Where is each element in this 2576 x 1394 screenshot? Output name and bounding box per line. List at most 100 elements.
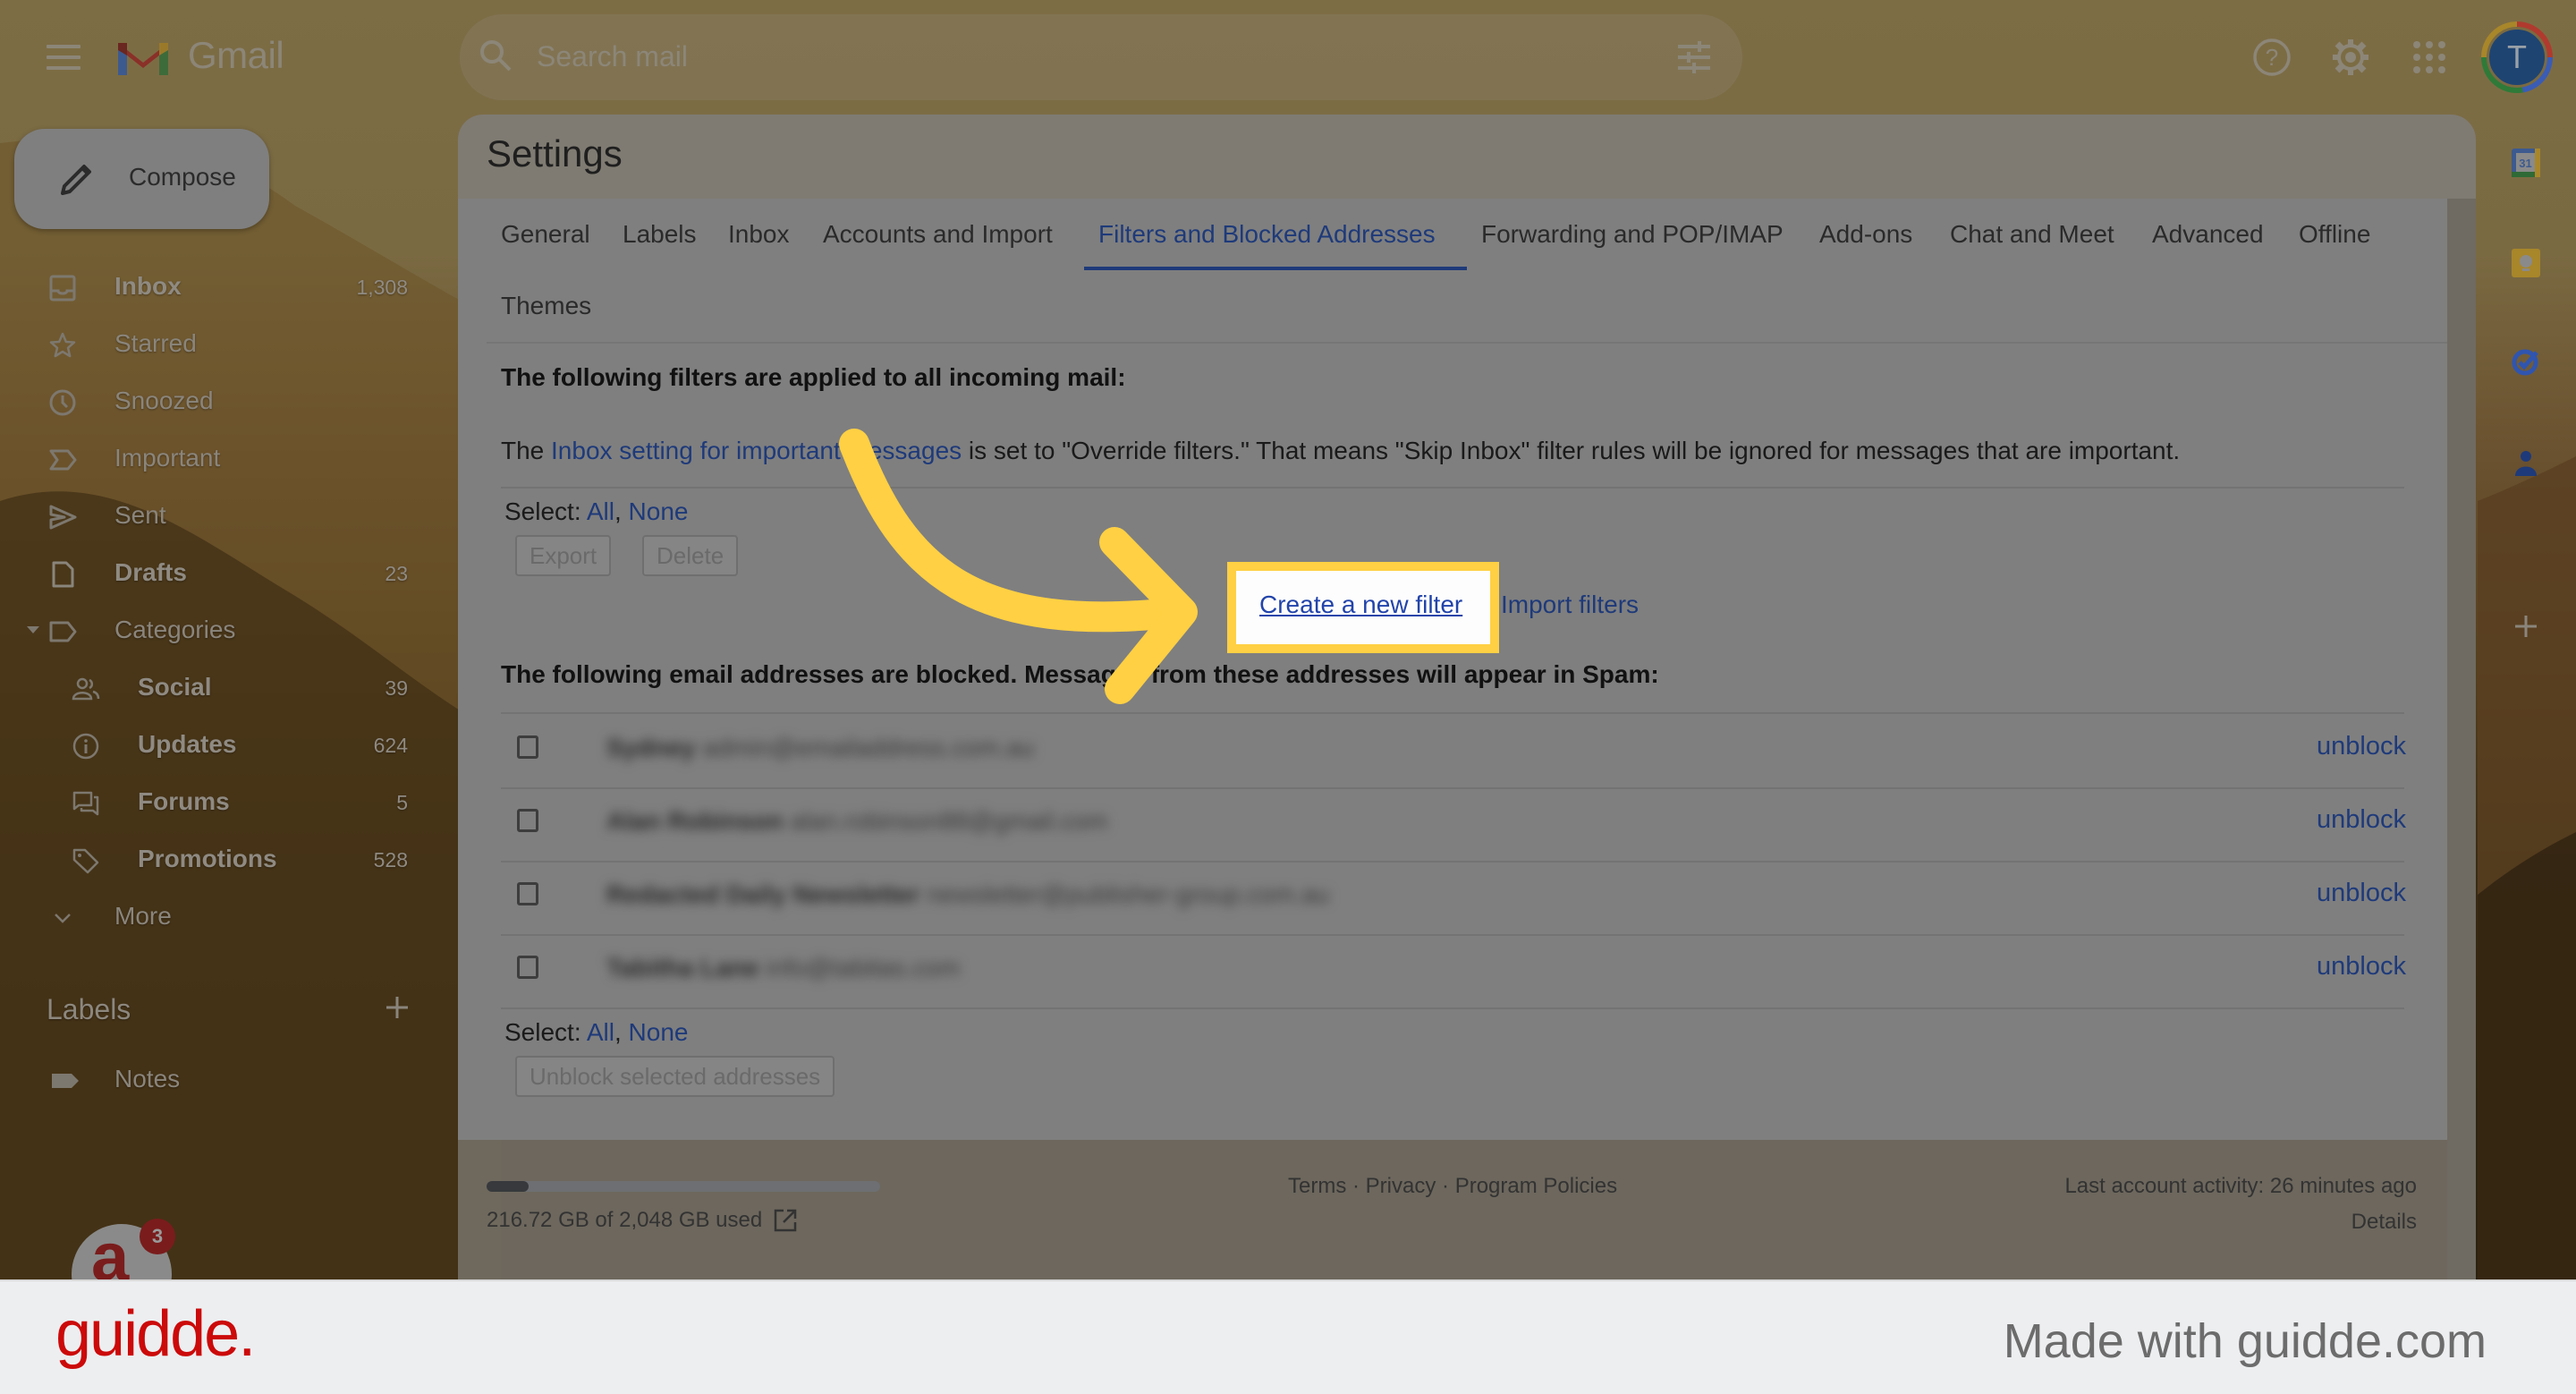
sidebar-item-count: 1,308 [356,276,408,299]
tab-themes[interactable]: Themes [501,292,591,320]
apps-icon[interactable] [2408,36,2451,79]
sidebar-item-important[interactable]: Important [0,431,447,489]
delete-button[interactable]: Delete [642,535,739,576]
footer-links: Terms · Privacy · Program Policies [1288,1174,1617,1199]
add-app-icon[interactable] [2510,610,2542,642]
draft-icon [52,561,74,588]
row-checkbox[interactable] [517,735,538,759]
sidebar-item-count: 39 [385,676,408,700]
inbox-setting-link[interactable]: Inbox setting for important messages [551,437,962,464]
row-checkbox[interactable] [517,809,538,832]
select-all-link[interactable]: All [587,497,614,525]
tab-filters-blocked[interactable]: Filters and Blocked Addresses [1098,220,1436,249]
select-none-link[interactable]: None [629,497,689,525]
add-label-icon[interactable] [383,993,411,1022]
made-with-guidde: Made with guidde.com [2003,1314,2487,1368]
keep-icon[interactable] [2510,247,2542,279]
label-icon [49,621,77,642]
sidebar-item-starred[interactable]: Starred [0,317,447,374]
sidebar-item-count: 624 [373,734,408,757]
page-title: Settings [487,132,623,174]
star-icon [49,332,76,358]
details-link[interactable]: Details [2351,1210,2417,1235]
export-button[interactable]: Export [515,535,612,576]
menu-icon[interactable] [47,45,80,70]
filters-select: Select: All, None [504,497,688,526]
sidebar-item-label: Snoozed [114,387,214,414]
chevron-down-icon [55,914,71,923]
svg-text:?: ? [2266,44,2278,71]
create-filter-link[interactable]: Create a new filter [1259,591,1462,619]
sidebar-item-snoozed[interactable]: Snoozed [0,374,447,431]
sidebar-item-updates[interactable]: Updates 624 [0,718,447,775]
pencil-icon [61,165,91,195]
labels-heading: Labels [47,993,131,1025]
sidebar-item-count: 23 [385,562,408,585]
tab-chat-meet[interactable]: Chat and Meet [1950,220,2114,249]
unblock-selected-button[interactable]: Unblock selected addresses [515,1056,835,1097]
terms-link[interactable]: Terms [1288,1174,1346,1198]
select-label: Select: [504,497,587,525]
tab-forwarding[interactable]: Forwarding and POP/IMAP [1481,220,1784,249]
external-link-icon[interactable] [773,1208,798,1233]
help-icon[interactable]: ? [2250,36,2293,79]
search-icon[interactable] [478,38,513,73]
sidebar-item-label: Sent [114,501,166,529]
tab-labels[interactable]: Labels [623,220,697,249]
sidebar-item-sent[interactable]: Sent [0,489,447,546]
search-input[interactable] [537,34,1610,79]
tab-accounts-import[interactable]: Accounts and Import [823,220,1053,249]
sidebar-item-social[interactable]: Social 39 [0,660,447,718]
tab-general[interactable]: General [501,220,590,249]
sidebar-item-inbox[interactable]: Inbox 1,308 [0,259,447,317]
sidebar-item-promotions[interactable]: Promotions 528 [0,832,447,889]
compose-button[interactable]: Compose [14,129,269,229]
tab-addons[interactable]: Add-ons [1819,220,1912,249]
sidebar-item-drafts[interactable]: Drafts 23 [0,546,447,603]
privacy-link[interactable]: Privacy [1366,1174,1436,1198]
sidebar-item-forums[interactable]: Forums 5 [0,775,447,832]
active-tab-indicator [1084,267,1467,270]
calendar-icon[interactable]: 31 [2510,147,2542,179]
filters-note: The Inbox setting for important messages… [501,437,2180,465]
select-all-link[interactable]: All [587,1018,614,1046]
send-icon [49,505,77,530]
sidebar-item-label: Inbox [114,272,182,300]
settings-icon[interactable] [2329,36,2372,79]
program-policies-link[interactable]: Program Policies [1455,1174,1617,1198]
sidebar-item-label: Forums [138,787,230,815]
expand-caret-icon[interactable] [27,626,39,633]
unblock-link[interactable]: unblock [2317,879,2406,908]
row-checkbox[interactable] [517,956,538,979]
separator: · [1436,1174,1455,1198]
forum-icon [72,791,99,816]
unblock-link[interactable]: unblock [2317,732,2406,761]
tab-offline[interactable]: Offline [2299,220,2370,249]
sidebar-item-categories[interactable]: Categories [0,603,447,660]
select-separator: , [614,1018,629,1046]
unblock-link[interactable]: unblock [2317,952,2406,982]
avatar[interactable]: T [2487,27,2547,88]
unblock-link[interactable]: unblock [2317,805,2406,835]
tab-inbox[interactable]: Inbox [728,220,790,249]
tune-icon[interactable] [1676,39,1712,75]
import-filters-link[interactable]: Import filters [1501,591,1639,619]
contacts-icon[interactable] [2510,447,2542,480]
label-item-notes[interactable]: Notes [0,1052,447,1109]
svg-text:31: 31 [2519,157,2531,170]
blocked-row: Tabitha Lane info@tabitas.com unblock [503,934,2406,1007]
select-none-link[interactable]: None [629,1018,689,1046]
filters-heading: The following filters are applied to all… [501,363,1126,391]
sidebar-item-more[interactable]: More [0,889,447,947]
row-checkbox[interactable] [517,882,538,905]
note-prefix: The [501,437,552,464]
tasks-icon[interactable] [2510,345,2542,378]
blocked-select: Select: All, None [504,1018,688,1047]
tab-advanced[interactable]: Advanced [2152,220,2264,249]
blocked-address: Tabitha Lane info@tabitas.com [606,954,961,982]
top-bar: Gmail ? [0,0,2576,115]
sidebar-item-label: Promotions [138,845,277,872]
sidebar-item-count: 5 [396,791,408,814]
gmail-logo[interactable] [114,36,172,79]
account-avatar-ring[interactable]: T [2481,21,2553,93]
